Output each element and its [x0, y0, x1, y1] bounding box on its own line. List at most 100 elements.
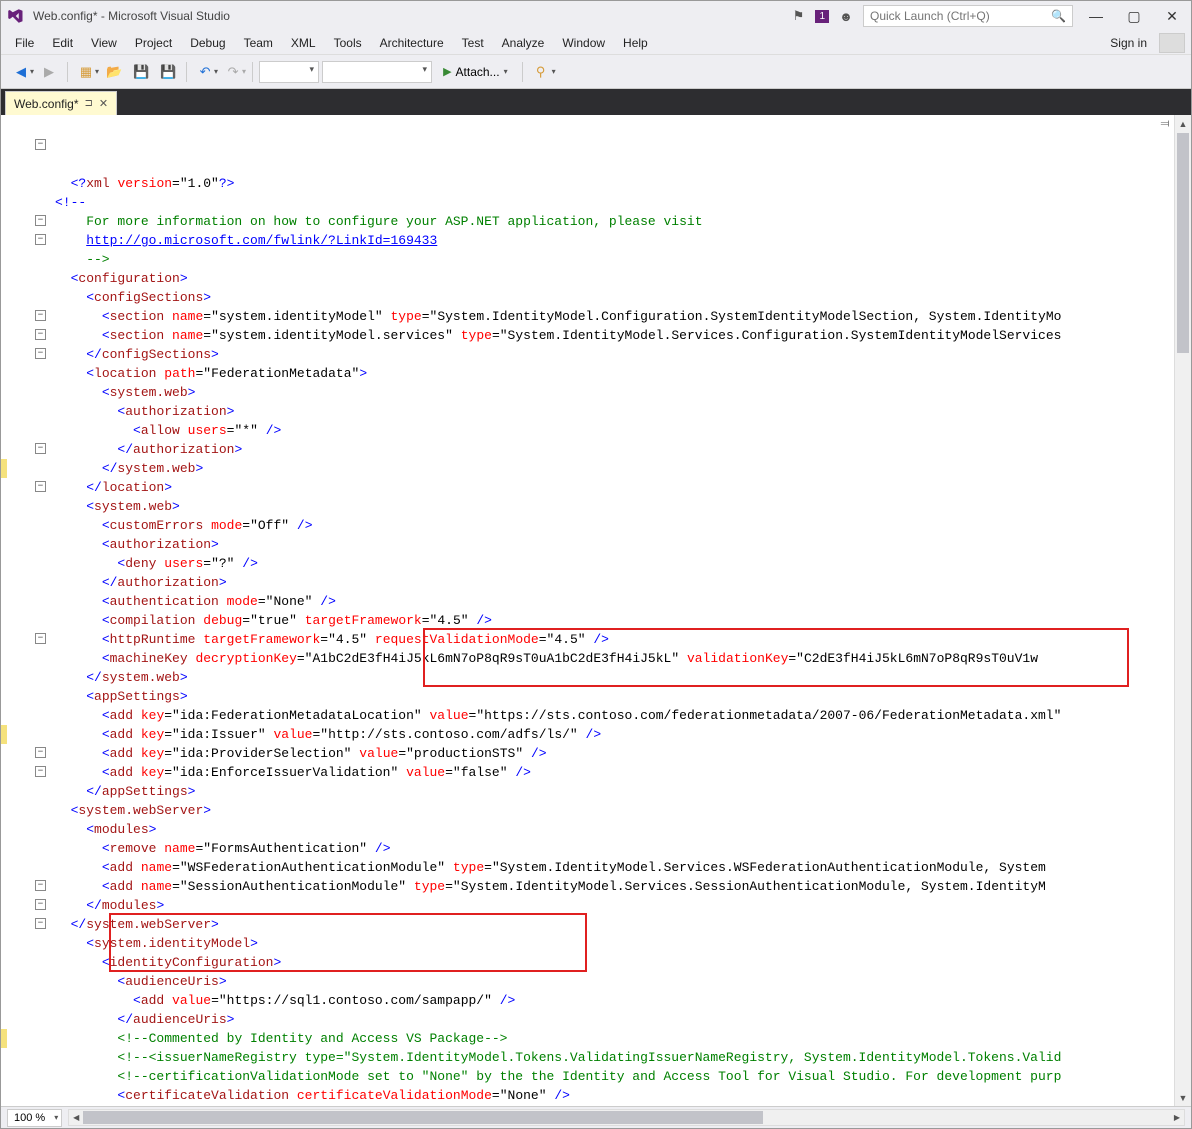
menu-tools[interactable]: Tools: [326, 33, 370, 53]
outline-toggle[interactable]: −: [35, 443, 46, 454]
code-line[interactable]: <location path="FederationMetadata">: [55, 364, 1174, 383]
save-button[interactable]: 💾: [129, 60, 153, 84]
outline-toggle[interactable]: −: [35, 918, 46, 929]
code-line[interactable]: <system.webServer>: [55, 801, 1174, 820]
outline-toggle[interactable]: −: [35, 310, 46, 321]
menu-xml[interactable]: XML: [283, 33, 324, 53]
solution-config-dropdown[interactable]: [259, 61, 319, 83]
outline-toggle[interactable]: −: [35, 899, 46, 910]
code-line[interactable]: <section name="system.identityModel.serv…: [55, 326, 1174, 345]
code-line[interactable]: <system.web>: [55, 497, 1174, 516]
scroll-down-arrow[interactable]: ▼: [1175, 1089, 1191, 1106]
vertical-scrollbar[interactable]: ▲ ▼: [1174, 115, 1191, 1106]
code-line[interactable]: <configuration>: [55, 269, 1174, 288]
outline-toggle[interactable]: −: [35, 139, 46, 150]
code-line[interactable]: </appSettings>: [55, 782, 1174, 801]
code-line[interactable]: -->: [55, 250, 1174, 269]
menu-help[interactable]: Help: [615, 33, 656, 53]
code-line[interactable]: </modules>: [55, 896, 1174, 915]
outline-toggle[interactable]: −: [35, 329, 46, 340]
quick-launch[interactable]: 🔍: [863, 5, 1073, 27]
code-editor[interactable]: −−−−−−−−−−−−−− ⫤ <?xml version="1.0"?><!…: [1, 115, 1191, 1106]
split-editor-icon[interactable]: ⫤: [1158, 117, 1172, 131]
code-line[interactable]: <machineKey decryptionKey="A1bC2dE3fH4iJ…: [55, 649, 1174, 668]
outline-toggle[interactable]: −: [35, 481, 46, 492]
code-line[interactable]: <allow users="*" />: [55, 421, 1174, 440]
scroll-thumb[interactable]: [1177, 133, 1189, 353]
code-line[interactable]: <compilation debug="true" targetFramewor…: [55, 611, 1174, 630]
code-line[interactable]: <httpRuntime targetFramework="4.5" reque…: [55, 630, 1174, 649]
code-line[interactable]: <appSettings>: [55, 687, 1174, 706]
code-line[interactable]: <add name="SessionAuthenticationModule" …: [55, 877, 1174, 896]
code-line[interactable]: </authorization>: [55, 440, 1174, 459]
code-line[interactable]: <add key="ida:EnforceIssuerValidation" v…: [55, 763, 1174, 782]
tab-web-config[interactable]: Web.config* ⊐ ✕: [5, 91, 117, 115]
code-line[interactable]: <!--certificationValidationMode set to "…: [55, 1067, 1174, 1086]
code-line[interactable]: <add name="WSFederationAuthenticationMod…: [55, 858, 1174, 877]
code-line[interactable]: For more information on how to configure…: [55, 212, 1174, 231]
code-line[interactable]: <authorization>: [55, 402, 1174, 421]
sign-in-link[interactable]: Sign in: [1100, 33, 1157, 53]
code-line[interactable]: <?xml version="1.0"?>: [55, 174, 1174, 193]
code-line[interactable]: <identityConfiguration>: [55, 953, 1174, 972]
open-file-button[interactable]: 📂: [102, 60, 126, 84]
code-line[interactable]: <deny users="?" />: [55, 554, 1174, 573]
horizontal-scrollbar[interactable]: ◀ ▶: [68, 1109, 1185, 1126]
user-avatar-placeholder[interactable]: [1159, 33, 1185, 53]
code-line[interactable]: <!--Commented by Identity and Access VS …: [55, 1029, 1174, 1048]
code-line[interactable]: <system.web>: [55, 383, 1174, 402]
code-line[interactable]: <system.identityModel>: [55, 934, 1174, 953]
menu-test[interactable]: Test: [454, 33, 492, 53]
code-line[interactable]: <customErrors mode="Off" />: [55, 516, 1174, 535]
find-in-files-button[interactable]: ⚲: [529, 60, 553, 84]
solution-platform-dropdown[interactable]: [322, 61, 432, 83]
code-line[interactable]: </location>: [55, 478, 1174, 497]
code-line[interactable]: <add value="https://sql1.contoso.com/sam…: [55, 991, 1174, 1010]
code-line[interactable]: http://go.microsoft.com/fwlink/?LinkId=1…: [55, 231, 1174, 250]
code-line[interactable]: <add key="ida:ProviderSelection" value="…: [55, 744, 1174, 763]
outline-toggle[interactable]: −: [35, 747, 46, 758]
menu-window[interactable]: Window: [554, 33, 613, 53]
tab-close-button[interactable]: ✕: [99, 97, 108, 110]
feedback-icon[interactable]: ☻: [837, 7, 855, 25]
outline-toggle[interactable]: −: [35, 348, 46, 359]
nav-forward-button[interactable]: ▶: [37, 60, 61, 84]
menu-view[interactable]: View: [83, 33, 125, 53]
outline-toggle[interactable]: −: [35, 633, 46, 644]
scroll-up-arrow[interactable]: ▲: [1175, 115, 1191, 132]
code-line[interactable]: </audienceUris>: [55, 1010, 1174, 1029]
code-line[interactable]: </system.web>: [55, 668, 1174, 687]
attach-debugger-button[interactable]: ▶ Attach... ▾: [435, 60, 516, 84]
code-line[interactable]: <modules>: [55, 820, 1174, 839]
menu-analyze[interactable]: Analyze: [494, 33, 553, 53]
menu-file[interactable]: File: [7, 33, 42, 53]
code-line[interactable]: <!--<issuerNameRegistry type="System.Ide…: [55, 1048, 1174, 1067]
quick-launch-input[interactable]: [870, 9, 1045, 23]
menu-architecture[interactable]: Architecture: [372, 33, 452, 53]
code-line[interactable]: </system.webServer>: [55, 915, 1174, 934]
menu-edit[interactable]: Edit: [44, 33, 81, 53]
code-line[interactable]: </system.web>: [55, 459, 1174, 478]
code-line[interactable]: <authentication mode="None" />: [55, 592, 1174, 611]
code-line[interactable]: <add key="ida:Issuer" value="http://sts.…: [55, 725, 1174, 744]
menu-project[interactable]: Project: [127, 33, 180, 53]
minimize-button[interactable]: —: [1081, 5, 1111, 27]
scroll-left-arrow[interactable]: ◀: [69, 1110, 83, 1125]
close-button[interactable]: ✕: [1157, 5, 1187, 27]
outline-toggle[interactable]: −: [35, 880, 46, 891]
code-line[interactable]: </configSections>: [55, 345, 1174, 364]
outline-toggle[interactable]: −: [35, 234, 46, 245]
code-line[interactable]: </authorization>: [55, 573, 1174, 592]
scroll-right-arrow[interactable]: ▶: [1170, 1110, 1184, 1125]
hscroll-thumb[interactable]: [83, 1111, 763, 1124]
menu-team[interactable]: Team: [236, 33, 281, 53]
pin-icon[interactable]: ⊐: [84, 98, 92, 109]
code-line[interactable]: <section name="system.identityModel" typ…: [55, 307, 1174, 326]
code-line[interactable]: <!--: [55, 193, 1174, 212]
code-line[interactable]: <add key="ida:FederationMetadataLocation…: [55, 706, 1174, 725]
menu-debug[interactable]: Debug: [182, 33, 233, 53]
outline-toggle[interactable]: −: [35, 766, 46, 777]
notification-badge[interactable]: 1: [815, 10, 829, 23]
code-line[interactable]: <remove name="FormsAuthentication" />: [55, 839, 1174, 858]
zoom-dropdown[interactable]: 100 %: [7, 1109, 62, 1127]
